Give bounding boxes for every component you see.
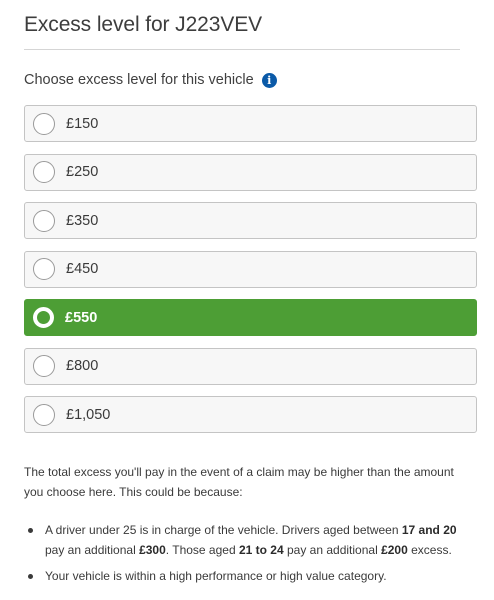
- excess-option-1050[interactable]: £1,050: [24, 396, 477, 433]
- excess-option-150[interactable]: £150: [24, 105, 477, 142]
- bullet-icon: [28, 574, 33, 579]
- radio-icon[interactable]: [33, 355, 55, 377]
- option-label: £450: [66, 261, 99, 277]
- page-title: Excess level for J223VEV: [24, 13, 263, 36]
- radio-icon[interactable]: [33, 209, 55, 232]
- option-label: £1,050: [66, 406, 111, 423]
- excess-options: £150 £250 £350 £450 £550 £800 £1,050: [24, 105, 477, 445]
- radio-icon[interactable]: [33, 258, 55, 280]
- option-label: £250: [66, 164, 99, 180]
- radio-icon[interactable]: [33, 112, 55, 135]
- info-icon[interactable]: i: [261, 72, 277, 88]
- excess-option-350[interactable]: £350: [24, 202, 477, 239]
- radio-icon[interactable]: [33, 161, 55, 183]
- option-label: £800: [66, 358, 99, 374]
- radio-selected-icon[interactable]: [33, 307, 54, 328]
- bullet-icon: [28, 528, 33, 533]
- option-label: £550: [65, 309, 98, 326]
- excess-option-450[interactable]: £450: [24, 250, 477, 288]
- excess-option-800[interactable]: £800: [24, 347, 477, 385]
- excess-question: Choose excess level for this vehicle i: [24, 72, 277, 88]
- option-label: £150: [66, 115, 99, 132]
- divider: [24, 49, 460, 50]
- excess-info-text: The total excess you'll pay in the event…: [24, 465, 454, 499]
- radio-icon[interactable]: [33, 403, 55, 426]
- option-label: £350: [66, 212, 99, 229]
- question-label: Choose excess level for this vehicle: [24, 72, 254, 88]
- excess-option-250[interactable]: £250: [24, 153, 477, 191]
- reasons-list: A driver under 25 is in charge of the ve…: [24, 520, 469, 592]
- excess-option-550[interactable]: £550: [24, 299, 477, 336]
- reason-driver-age: A driver under 25 is in charge of the ve…: [24, 520, 469, 560]
- reason-vehicle-category: Your vehicle is within a high performanc…: [24, 566, 469, 586]
